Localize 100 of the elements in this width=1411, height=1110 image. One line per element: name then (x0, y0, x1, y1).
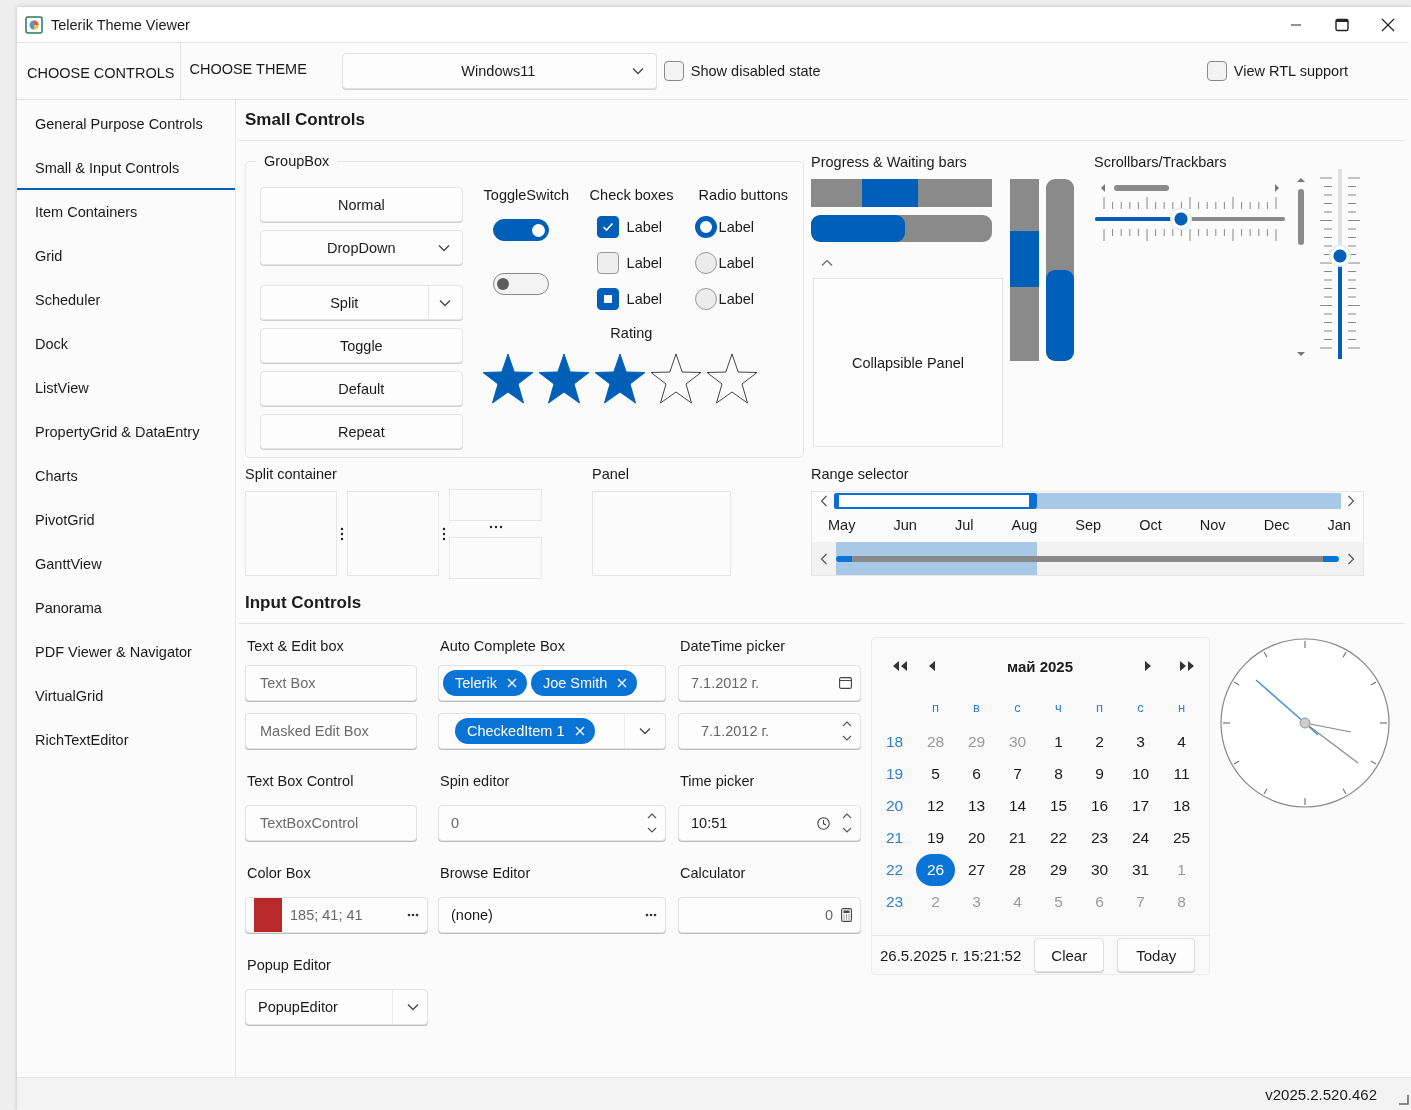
calculator-field[interactable]: 0 (678, 897, 861, 933)
splitter-grip-icon[interactable] (340, 526, 344, 541)
toggle-switch[interactable] (492, 219, 549, 241)
calendar-day[interactable]: 23 (1079, 822, 1120, 854)
calendar-day[interactable]: 16 (1079, 790, 1120, 822)
nav-item[interactable]: Scheduler (17, 280, 235, 322)
more-icon[interactable] (645, 913, 657, 917)
text-box[interactable]: Text Box (245, 665, 417, 701)
calendar-title[interactable]: май 2025 (936, 657, 1144, 675)
radio-button[interactable] (694, 252, 717, 274)
popup-editor[interactable]: PopupEditor (245, 989, 428, 1025)
vertical-scrollbar[interactable] (1296, 177, 1306, 357)
checkbox[interactable] (596, 216, 619, 238)
checkbox[interactable] (596, 288, 619, 310)
calendar-day[interactable]: 21 (997, 822, 1038, 854)
calendar-day[interactable]: 30 (1079, 854, 1120, 886)
checked-dropdown[interactable]: CheckedItem 1 (438, 713, 666, 749)
close-icon[interactable] (574, 726, 585, 736)
calendar-day[interactable]: 31 (1120, 854, 1161, 886)
browse-editor[interactable]: (none) (438, 897, 666, 933)
close-icon[interactable] (506, 678, 517, 688)
calendar-day[interactable]: 22 (1038, 822, 1079, 854)
calendar-day[interactable]: 6 (956, 758, 997, 790)
toggle-switch[interactable] (492, 273, 549, 295)
calendar-day[interactable]: 25 (1161, 822, 1202, 854)
vertical-slider[interactable] (1330, 169, 1350, 359)
calendar-button[interactable]: Clear (1034, 938, 1105, 972)
calendar-day[interactable]: 28 (997, 854, 1038, 886)
calendar-day[interactable]: 18 (1161, 790, 1202, 822)
left-arrow-icon[interactable] (928, 661, 936, 671)
horizontal-slider[interactable] (1095, 209, 1285, 229)
calculator-icon[interactable] (841, 908, 852, 922)
nav-item[interactable]: Small & Input Controls (17, 148, 235, 190)
nav-item[interactable]: RichTextEditor (17, 720, 235, 762)
calendar-day[interactable]: 3 (1120, 726, 1161, 758)
range-selector[interactable]: May Jun Jul Aug Sep Oct Nov Dec Jan (811, 491, 1364, 576)
masked-edit-box[interactable]: Masked Edit Box (245, 713, 417, 749)
chevron-right-icon[interactable] (1347, 552, 1355, 565)
calendar-day[interactable]: 11 (1161, 758, 1202, 790)
dropdown-button[interactable]: DropDown (260, 230, 463, 265)
more-icon[interactable] (407, 913, 419, 917)
calendar-day[interactable]: 19 (915, 822, 956, 854)
chevron-up-icon[interactable] (821, 259, 833, 267)
nav-item[interactable]: PropertyGrid & DataEntry (17, 412, 235, 454)
split-button[interactable]: Split (260, 285, 428, 320)
up-arrow-icon[interactable] (1296, 177, 1306, 183)
token-chip[interactable]: CheckedItem 1 (455, 718, 595, 744)
calendar-day[interactable]: 2 (1079, 726, 1120, 758)
down-arrow-icon[interactable] (1296, 351, 1306, 357)
calendar-day[interactable]: 15 (1038, 790, 1079, 822)
nav-item[interactable]: Dock (17, 324, 235, 366)
time-picker[interactable]: 10:51 (678, 805, 861, 841)
spin-editor[interactable]: 0 (438, 805, 666, 841)
calendar-day[interactable]: 26 (916, 854, 955, 886)
nav-item[interactable]: Charts (17, 456, 235, 498)
calendar-day[interactable]: 12 (915, 790, 956, 822)
splitter-grip-icon[interactable] (488, 524, 503, 529)
push-button[interactable]: Repeat (260, 414, 463, 449)
token-chip[interactable]: Telerik (443, 670, 527, 696)
nav-item[interactable]: Panorama (17, 588, 235, 630)
calendar-day[interactable]: 9 (1079, 758, 1120, 790)
token-chip[interactable]: Joe Smith (530, 670, 638, 696)
calendar-button[interactable]: Today (1117, 938, 1196, 972)
splitter-grip-icon[interactable] (442, 526, 446, 541)
nav-item[interactable]: ListView (17, 368, 235, 410)
double-left-arrow-icon[interactable] (892, 661, 908, 671)
nav-item[interactable]: Item Containers (17, 192, 235, 234)
calendar-day[interactable]: 24 (1120, 822, 1161, 854)
calendar-day[interactable]: 20 (956, 822, 997, 854)
chevron-right-icon[interactable] (1347, 495, 1355, 507)
range-selection[interactable] (834, 493, 1037, 509)
calendar-day[interactable]: 7 (997, 758, 1038, 790)
nav-item[interactable]: GanttView (17, 544, 235, 586)
radio-button[interactable] (694, 288, 717, 310)
close-icon[interactable] (617, 678, 628, 688)
calendar-day[interactable]: 27 (956, 854, 997, 886)
calendar-day[interactable]: 13 (956, 790, 997, 822)
radio-button[interactable] (694, 216, 717, 238)
double-right-arrow-icon[interactable] (1179, 661, 1195, 671)
calendar-day[interactable]: 5 (915, 758, 956, 790)
color-box[interactable]: 185; 41; 41 (245, 897, 428, 933)
calendar-day[interactable]: 8 (1038, 758, 1079, 790)
resize-grip-icon[interactable] (1397, 1093, 1409, 1105)
nav-item[interactable]: PivotGrid (17, 500, 235, 542)
toolbar-tab[interactable]: CHOOSE CONTROLS (17, 43, 182, 99)
spin-arrows-icon[interactable] (842, 719, 852, 743)
push-button[interactable]: Toggle (260, 328, 463, 363)
spin-arrows-icon[interactable] (842, 811, 852, 835)
calendar-day[interactable]: 29 (1038, 854, 1079, 886)
theme-dropdown[interactable]: Windows11 (341, 53, 657, 89)
push-button[interactable]: Normal (260, 187, 463, 222)
nav-item[interactable]: Grid (17, 236, 235, 278)
date-picker[interactable]: 7.1.2012 г. (678, 665, 861, 701)
calendar-icon[interactable] (839, 677, 852, 689)
chevron-left-icon[interactable] (820, 495, 828, 507)
nav-item[interactable]: General Purpose Controls (17, 104, 235, 146)
calendar-day[interactable]: 4 (1161, 726, 1202, 758)
nav-item[interactable]: PDF Viewer & Navigator (17, 632, 235, 674)
chevron-left-icon[interactable] (820, 552, 828, 565)
autocomplete-box[interactable]: Telerik Joe Smith (438, 665, 666, 701)
